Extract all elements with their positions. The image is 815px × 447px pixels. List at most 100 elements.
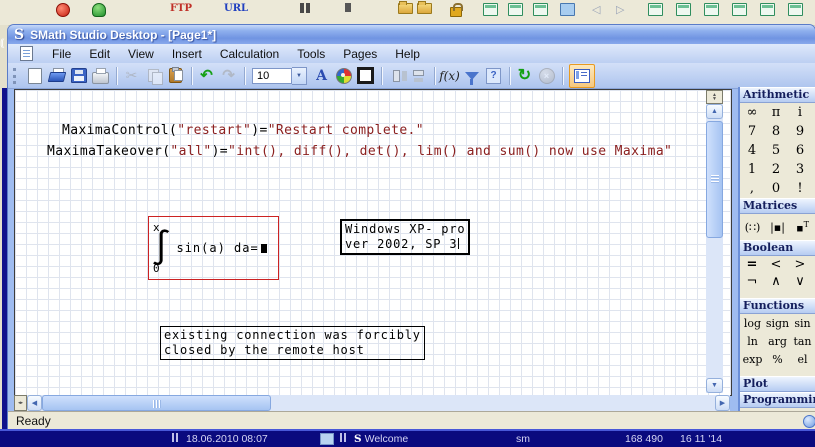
palette-item-percent[interactable]: % bbox=[765, 353, 790, 366]
stop-button[interactable]: × bbox=[536, 66, 557, 86]
palette-item-not[interactable]: ¬ bbox=[740, 274, 764, 289]
palette-item-or[interactable]: ∨ bbox=[788, 274, 812, 289]
window-blue-icon[interactable] bbox=[560, 3, 575, 16]
menu-calculation[interactable]: Calculation bbox=[211, 45, 288, 63]
open-button[interactable] bbox=[46, 66, 67, 86]
text-region-windows-xp[interactable]: Windows XP- pro ver 2002, SP 3 bbox=[340, 219, 470, 255]
filter-button[interactable] bbox=[461, 66, 482, 86]
math-expression[interactable]: MaximaTakeover("all")="int(), diff(), de… bbox=[47, 144, 672, 159]
palette-item-ln[interactable]: ln bbox=[740, 335, 765, 348]
cut-button[interactable] bbox=[121, 66, 142, 86]
border-button[interactable] bbox=[355, 66, 376, 86]
menu-pages[interactable]: Pages bbox=[334, 45, 386, 63]
font-size-dropdown-button[interactable] bbox=[292, 67, 307, 85]
menu-edit[interactable]: Edit bbox=[80, 45, 119, 63]
flower-icon[interactable] bbox=[56, 3, 70, 17]
palette-item-6[interactable]: 6 bbox=[788, 143, 812, 158]
palette-header-matrices[interactable]: Matrices bbox=[740, 198, 815, 214]
url-button[interactable]: URL bbox=[224, 3, 248, 14]
split-handle[interactable]: ▲▼ bbox=[706, 90, 723, 104]
window-icon[interactable] bbox=[732, 3, 747, 16]
recalculate-button[interactable]: ↻ bbox=[514, 66, 535, 86]
palette-header-programming[interactable]: Programming bbox=[740, 392, 815, 408]
horizontal-scrollbar[interactable]: ◂▸ ◀ ▶ bbox=[14, 395, 730, 411]
palette-item-determinant[interactable]: |▪| bbox=[765, 221, 790, 234]
menu-insert[interactable]: Insert bbox=[163, 45, 211, 63]
palette-item-less[interactable]: < bbox=[764, 257, 788, 272]
vertical-scroll-thumb[interactable] bbox=[706, 121, 723, 238]
cursor-arrow-icon[interactable]: ▷ bbox=[616, 3, 624, 16]
palette-item-2[interactable]: 2 bbox=[764, 162, 788, 177]
window-icon[interactable] bbox=[508, 3, 523, 16]
window-icon[interactable] bbox=[760, 3, 775, 16]
palette-header-boolean[interactable]: Boolean bbox=[740, 240, 815, 256]
text-region-connection[interactable]: existing connection was forcibly closed … bbox=[160, 326, 425, 360]
window-icon[interactable] bbox=[788, 3, 803, 16]
help-button[interactable]: ? bbox=[483, 66, 504, 86]
selected-integral-region[interactable]: x ∫ 0 sin(a) da= bbox=[148, 216, 279, 280]
palette-item-greater[interactable]: > bbox=[788, 257, 812, 272]
toolbar-grip[interactable] bbox=[13, 68, 19, 84]
palette-item-5[interactable]: 5 bbox=[764, 143, 788, 158]
palette-item-9[interactable]: 9 bbox=[788, 124, 812, 139]
palette-item-factorial[interactable]: ! bbox=[788, 181, 812, 196]
palette-header-functions[interactable]: Functions bbox=[740, 298, 815, 314]
palette-item-4[interactable]: 4 bbox=[740, 143, 764, 158]
scroll-down-button[interactable]: ▼ bbox=[706, 378, 723, 393]
font-color-button[interactable]: A bbox=[311, 66, 332, 86]
scroll-left-button[interactable]: ◀ bbox=[27, 395, 42, 411]
palette-item-tan[interactable]: tan bbox=[790, 335, 815, 348]
palette-item-1[interactable]: 1 bbox=[740, 162, 764, 177]
new-button[interactable] bbox=[24, 66, 45, 86]
print-button[interactable] bbox=[90, 66, 111, 86]
taskbar-square-icon[interactable] bbox=[320, 433, 334, 445]
palette-item-matrix[interactable]: (∷) bbox=[740, 221, 765, 234]
palette-header-plot[interactable]: Plot bbox=[740, 376, 815, 392]
function-button[interactable]: f(x) bbox=[439, 66, 460, 86]
menu-view[interactable]: View bbox=[119, 45, 163, 63]
folder-icon[interactable] bbox=[398, 3, 413, 14]
burst-icon[interactable] bbox=[92, 3, 106, 17]
document-icon[interactable] bbox=[20, 46, 33, 61]
window-icon[interactable] bbox=[533, 3, 548, 16]
math-expression[interactable]: MaximaControl("restart")="Restart comple… bbox=[62, 123, 424, 138]
undo-button[interactable]: ↶ bbox=[196, 66, 217, 86]
taskbar-app-button[interactable]: SWelcome bbox=[354, 433, 408, 445]
palette-item-3[interactable]: 3 bbox=[788, 162, 812, 177]
window-icon[interactable] bbox=[483, 3, 498, 16]
palette-item-sign[interactable]: sign bbox=[765, 317, 790, 330]
palette-item-infinity[interactable]: ∞ bbox=[740, 105, 764, 120]
palette-item-transpose[interactable]: ▪T bbox=[790, 220, 815, 235]
horizontal-scroll-thumb[interactable] bbox=[42, 395, 271, 411]
scroll-up-button[interactable]: ▲ bbox=[706, 104, 723, 119]
palette-item-log[interactable]: log bbox=[740, 317, 765, 330]
align-horizontal-button[interactable] bbox=[386, 66, 407, 86]
scroll-right-button[interactable]: ▶ bbox=[715, 395, 730, 411]
ftp-button[interactable]: FTP bbox=[170, 3, 192, 14]
palette-item-exp[interactable]: exp bbox=[740, 353, 765, 366]
save-button[interactable] bbox=[68, 66, 89, 86]
palette-item-el[interactable]: el bbox=[790, 353, 815, 366]
glyph-icon[interactable] bbox=[300, 3, 304, 13]
palette-header-arithmetic[interactable]: Arithmetic bbox=[740, 87, 815, 103]
palette-item-0[interactable]: 0 bbox=[764, 181, 788, 196]
paste-button[interactable] bbox=[165, 66, 186, 86]
palette-item-comma[interactable]: , bbox=[740, 181, 764, 196]
palette-color-button[interactable] bbox=[333, 66, 354, 86]
split-handle[interactable]: ◂▸ bbox=[14, 395, 27, 411]
window-icon[interactable] bbox=[648, 3, 663, 16]
redo-button[interactable]: ↷ bbox=[218, 66, 239, 86]
palette-item-8[interactable]: 8 bbox=[764, 124, 788, 139]
worksheet-canvas[interactable]: MaximaControl("restart")="Restart comple… bbox=[14, 89, 732, 396]
menu-help[interactable]: Help bbox=[386, 45, 429, 63]
window-icon[interactable] bbox=[704, 3, 719, 16]
vertical-scrollbar[interactable]: ▲▼ ▲ ▼ bbox=[706, 90, 723, 393]
palette-item-sin[interactable]: sin bbox=[790, 317, 815, 330]
palette-item-arg[interactable]: arg bbox=[765, 335, 790, 348]
window-icon[interactable] bbox=[676, 3, 691, 16]
lock-icon[interactable] bbox=[450, 7, 462, 17]
side-panel-toggle-button[interactable] bbox=[569, 64, 595, 88]
palette-item-equal[interactable]: = bbox=[740, 257, 764, 272]
font-size-combobox[interactable]: 10 bbox=[252, 68, 292, 84]
folder-icon[interactable] bbox=[417, 3, 432, 14]
